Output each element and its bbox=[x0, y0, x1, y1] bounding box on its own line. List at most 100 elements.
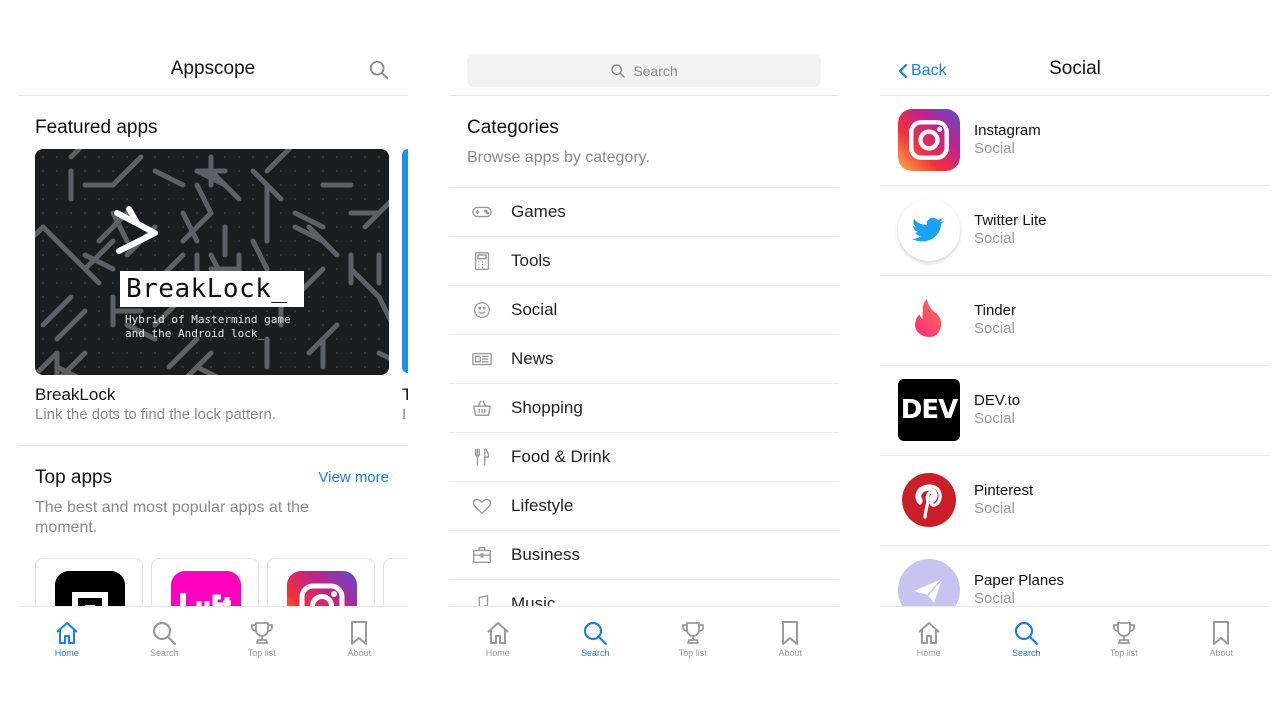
app-category: Social bbox=[974, 320, 1015, 337]
nav-search[interactable]: Search bbox=[547, 607, 645, 670]
search-header: Search bbox=[449, 40, 839, 96]
nav-label: Home bbox=[54, 648, 79, 658]
search-input[interactable]: Search bbox=[467, 54, 821, 87]
nav-about[interactable]: About bbox=[311, 607, 409, 670]
calculator-icon bbox=[474, 252, 490, 270]
nav-label: Top list bbox=[678, 648, 707, 658]
nav-label: Home bbox=[916, 648, 941, 658]
nav-about[interactable]: About bbox=[1173, 607, 1271, 670]
dev-logo-text: DEV bbox=[900, 395, 958, 425]
nav-top-list[interactable]: Top list bbox=[644, 607, 742, 670]
featured-app-card[interactable]: BreakLock_ Hybrid of Mastermind game and… bbox=[35, 149, 389, 375]
app-row-instagram[interactable]: Instagram Social bbox=[880, 96, 1270, 186]
page-title: Appscope bbox=[170, 58, 256, 79]
nav-home[interactable]: Home bbox=[449, 607, 547, 670]
bottom-nav: Home Search Top list About bbox=[880, 606, 1270, 670]
instagram-icon bbox=[898, 109, 960, 171]
breaklock-tagline: Hybrid of Mastermind game and the Androi… bbox=[125, 313, 291, 340]
smiley-icon bbox=[473, 301, 491, 319]
category-social[interactable]: Social bbox=[449, 285, 839, 334]
nav-label: Home bbox=[485, 648, 510, 658]
divider bbox=[18, 445, 408, 446]
category-label: Business bbox=[511, 545, 580, 564]
pinterest-icon bbox=[898, 469, 960, 531]
nav-label: About bbox=[1209, 648, 1234, 658]
nav-label: Top list bbox=[1109, 648, 1138, 658]
search-icon[interactable] bbox=[368, 59, 390, 81]
top-apps-subtitle: The best and most popular apps at the mo… bbox=[35, 499, 309, 536]
category-food-drink[interactable]: Food & Drink bbox=[449, 432, 839, 481]
breaklock-banner-art bbox=[35, 149, 389, 375]
nav-about[interactable]: About bbox=[742, 607, 840, 670]
nav-label: Search bbox=[149, 648, 179, 658]
home-icon bbox=[56, 622, 78, 644]
social-header: Back Social bbox=[880, 40, 1270, 96]
nav-home[interactable]: Home bbox=[18, 607, 116, 670]
home-header: Appscope bbox=[18, 40, 408, 96]
category-label: Food & Drink bbox=[511, 447, 611, 466]
category-label: Games bbox=[511, 202, 566, 221]
trophy-icon bbox=[1112, 622, 1135, 644]
app-category: Social bbox=[974, 500, 1015, 517]
trophy-icon bbox=[250, 622, 273, 644]
category-label: Tools bbox=[511, 251, 551, 270]
featured-app-name[interactable]: BreakLock bbox=[35, 385, 115, 405]
nav-label: Search bbox=[580, 648, 610, 658]
nav-label: About bbox=[347, 648, 372, 658]
nav-top-list[interactable]: Top list bbox=[1075, 607, 1173, 670]
social-screen: Back Social Instagram Social Twitter Lit… bbox=[880, 40, 1270, 670]
search-icon bbox=[153, 621, 177, 646]
nav-label: Top list bbox=[247, 648, 276, 658]
category-tools[interactable]: Tools bbox=[449, 236, 839, 285]
search-screen: Search Categories Browse apps by categor… bbox=[449, 40, 839, 670]
app-category: Social bbox=[974, 230, 1015, 247]
view-more-link[interactable]: View more bbox=[318, 469, 389, 486]
briefcase-icon bbox=[473, 546, 491, 564]
category-games[interactable]: Games bbox=[449, 187, 839, 236]
basket-icon bbox=[473, 400, 491, 417]
heart-icon bbox=[472, 498, 492, 515]
nav-search[interactable]: Search bbox=[116, 607, 214, 670]
categories-subtitle: Browse apps by category. bbox=[467, 149, 650, 166]
featured-app-description: Link the dots to find the lock pattern. bbox=[35, 406, 276, 423]
bookmark-icon bbox=[1213, 621, 1230, 645]
top-apps-heading: Top apps bbox=[35, 467, 113, 488]
home-icon bbox=[487, 622, 509, 644]
app-name: DEV.to bbox=[974, 392, 1021, 409]
app-name: Instagram bbox=[974, 122, 1041, 139]
app-category: Social bbox=[974, 410, 1015, 427]
home-screen: Appscope Featured apps BreakLock_ Hybrid… bbox=[18, 40, 408, 670]
category-label: Lifestyle bbox=[511, 496, 574, 515]
nav-search[interactable]: Search bbox=[978, 607, 1076, 670]
app-name: Twitter Lite bbox=[974, 212, 1047, 229]
nav-home[interactable]: Home bbox=[880, 607, 978, 670]
trophy-icon bbox=[681, 622, 704, 644]
category-business[interactable]: Business bbox=[449, 530, 839, 579]
category-lifestyle[interactable]: Lifestyle bbox=[449, 481, 839, 530]
search-icon bbox=[611, 63, 626, 78]
next-featured-app-name[interactable]: T bbox=[402, 385, 408, 405]
app-row-pinterest[interactable]: Pinterest Social bbox=[880, 456, 1270, 546]
category-news[interactable]: News bbox=[449, 334, 839, 383]
category-label: Shopping bbox=[511, 398, 583, 417]
app-row-twitter-lite[interactable]: Twitter Lite Social bbox=[880, 186, 1270, 276]
search-icon bbox=[1015, 621, 1039, 646]
tinder-icon bbox=[898, 289, 960, 351]
category-shopping[interactable]: Shopping bbox=[449, 383, 839, 432]
category-list: Games Tools Social News Shopping Food & … bbox=[449, 187, 839, 628]
nav-label: About bbox=[778, 648, 803, 658]
app-row-dev-to[interactable]: DEV DEV.to Social bbox=[880, 366, 1270, 456]
gamepad-icon bbox=[472, 206, 492, 218]
app-category: Social bbox=[974, 590, 1015, 607]
search-icon bbox=[584, 621, 608, 646]
app-name: Tinder bbox=[974, 302, 1016, 319]
bottom-nav: Home Search Top list About bbox=[449, 606, 839, 670]
next-featured-card[interactable] bbox=[402, 149, 408, 373]
next-featured-app-description: I bbox=[402, 406, 407, 423]
app-row-tinder[interactable]: Tinder Social bbox=[880, 276, 1270, 366]
app-category: Social bbox=[974, 140, 1015, 157]
cutlery-icon bbox=[474, 448, 490, 466]
nav-top-list[interactable]: Top list bbox=[213, 607, 311, 670]
search-placeholder: Search bbox=[633, 62, 678, 79]
home-icon bbox=[918, 622, 940, 644]
